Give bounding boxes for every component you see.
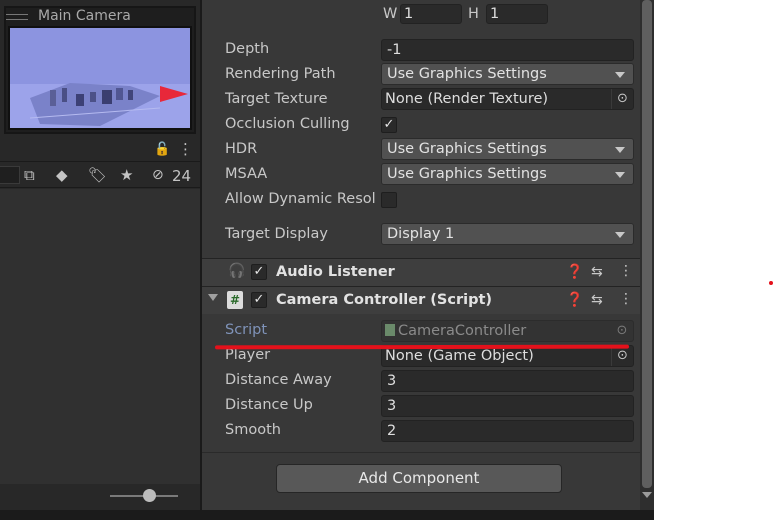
camera-controller-enabled-checkbox[interactable]: ✓ <box>251 292 267 308</box>
target-texture-value: None (Render Texture) <box>385 91 549 107</box>
more-menu-icon[interactable]: ⋮ <box>619 291 633 307</box>
allow-dynamic-resolution-checkbox[interactable] <box>381 192 397 208</box>
camera-controller-title: Camera Controller (Script) <box>276 292 493 308</box>
occlusion-culling-label: Occlusion Culling <box>225 116 350 132</box>
scene-render <box>10 28 190 128</box>
chevron-down-icon <box>615 232 625 238</box>
viewport-w-label: W <box>383 6 398 22</box>
scroll-down-arrow-icon[interactable] <box>642 492 652 498</box>
rendering-path-value: Use Graphics Settings <box>387 66 547 82</box>
hdr-label: HDR <box>225 141 258 157</box>
object-picker-icon[interactable]: ⊙ <box>611 89 633 109</box>
more-menu-icon[interactable]: ⋮ <box>178 140 193 158</box>
script-icon: # <box>227 291 243 309</box>
occlusion-culling-checkbox[interactable]: ✓ <box>381 117 397 133</box>
audio-listener-title: Audio Listener <box>276 264 395 280</box>
left-bottom-bar <box>0 484 200 510</box>
smooth-label: Smooth <box>225 422 281 438</box>
presets-icon[interactable]: ⇆ <box>591 292 603 308</box>
camera-preview-image <box>8 26 192 130</box>
object-picker-icon: ⊙ <box>616 323 628 338</box>
smooth-field[interactable]: 2 <box>381 420 634 442</box>
viewport-w-field[interactable]: 1 <box>400 4 462 24</box>
chevron-down-icon <box>615 172 625 178</box>
viewport-h-label: H <box>468 6 479 22</box>
status-bar <box>0 510 654 520</box>
viewport-h-field[interactable]: 1 <box>486 4 548 24</box>
msaa-dropdown[interactable]: Use Graphics Settings <box>381 163 634 185</box>
script-label: Script <box>225 322 268 338</box>
project-list[interactable] <box>0 189 200 484</box>
label-icon[interactable]: 🏷 <box>88 166 107 184</box>
hdr-dropdown[interactable]: Use Graphics Settings <box>381 138 634 160</box>
depth-label: Depth <box>225 41 270 57</box>
hidden-count: 24 <box>172 167 192 185</box>
more-menu-icon[interactable]: ⋮ <box>619 263 633 279</box>
add-component-button[interactable]: Add Component <box>276 464 562 493</box>
object-picker-icon[interactable]: ⊙ <box>611 346 633 366</box>
rendering-path-label: Rendering Path <box>225 66 336 82</box>
msaa-label: MSAA <box>225 166 268 182</box>
chevron-down-icon <box>615 72 625 78</box>
search-input[interactable] <box>0 166 20 184</box>
star-icon[interactable]: ★ <box>120 166 133 184</box>
distance-up-field[interactable]: 3 <box>381 395 634 417</box>
target-display-value: Display 1 <box>387 226 455 242</box>
rendering-path-dropdown[interactable]: Use Graphics Settings <box>381 63 634 85</box>
drag-handle-icon[interactable] <box>6 14 28 20</box>
foldout-arrow-icon[interactable] <box>208 294 218 301</box>
chevron-down-icon <box>615 147 625 153</box>
distance-up-label: Distance Up <box>225 397 313 413</box>
camera-preview-title: Main Camera <box>38 8 131 24</box>
script-field: CameraController ⊙ <box>381 320 634 342</box>
scrollbar-thumb[interactable] <box>642 0 652 488</box>
distance-away-label: Distance Away <box>225 372 332 388</box>
audio-listener-enabled-checkbox[interactable]: ✓ <box>251 264 267 280</box>
player-value: None (Game Object) <box>385 348 534 364</box>
target-texture-label: Target Texture <box>225 91 328 107</box>
target-texture-field[interactable]: None (Render Texture) ⊙ <box>381 88 634 110</box>
left-toolbar: 🔓 ⋮ <box>0 138 200 162</box>
red-annotation-underline <box>214 344 630 350</box>
zoom-slider-handle[interactable] <box>143 489 156 502</box>
allow-dynamic-resolution-label: Allow Dynamic Resol <box>225 191 376 207</box>
filter-icon[interactable]: ◆ <box>56 166 68 184</box>
target-display-label: Target Display <box>225 226 328 242</box>
hdr-value: Use Graphics Settings <box>387 141 547 157</box>
presets-icon[interactable]: ⇆ <box>591 264 603 280</box>
msaa-value: Use Graphics Settings <box>387 166 547 182</box>
target-display-dropdown[interactable]: Display 1 <box>381 223 634 245</box>
headphones-icon: 🎧 <box>228 263 246 279</box>
depth-field[interactable]: -1 <box>381 39 634 61</box>
help-icon[interactable]: ❓ <box>566 292 583 308</box>
distance-away-field[interactable]: 3 <box>381 370 634 392</box>
hidden-eye-icon[interactable]: ⊘ <box>152 166 164 184</box>
script-value: CameraController <box>398 323 527 339</box>
help-icon[interactable]: ❓ <box>566 264 583 280</box>
divider <box>202 452 640 453</box>
player-label: Player <box>225 347 271 363</box>
search-by-type-icon[interactable]: ⧉ <box>24 166 35 184</box>
lock-icon[interactable]: 🔓 <box>154 141 170 159</box>
script-file-icon <box>385 324 395 336</box>
red-annotation-dot <box>769 281 773 285</box>
